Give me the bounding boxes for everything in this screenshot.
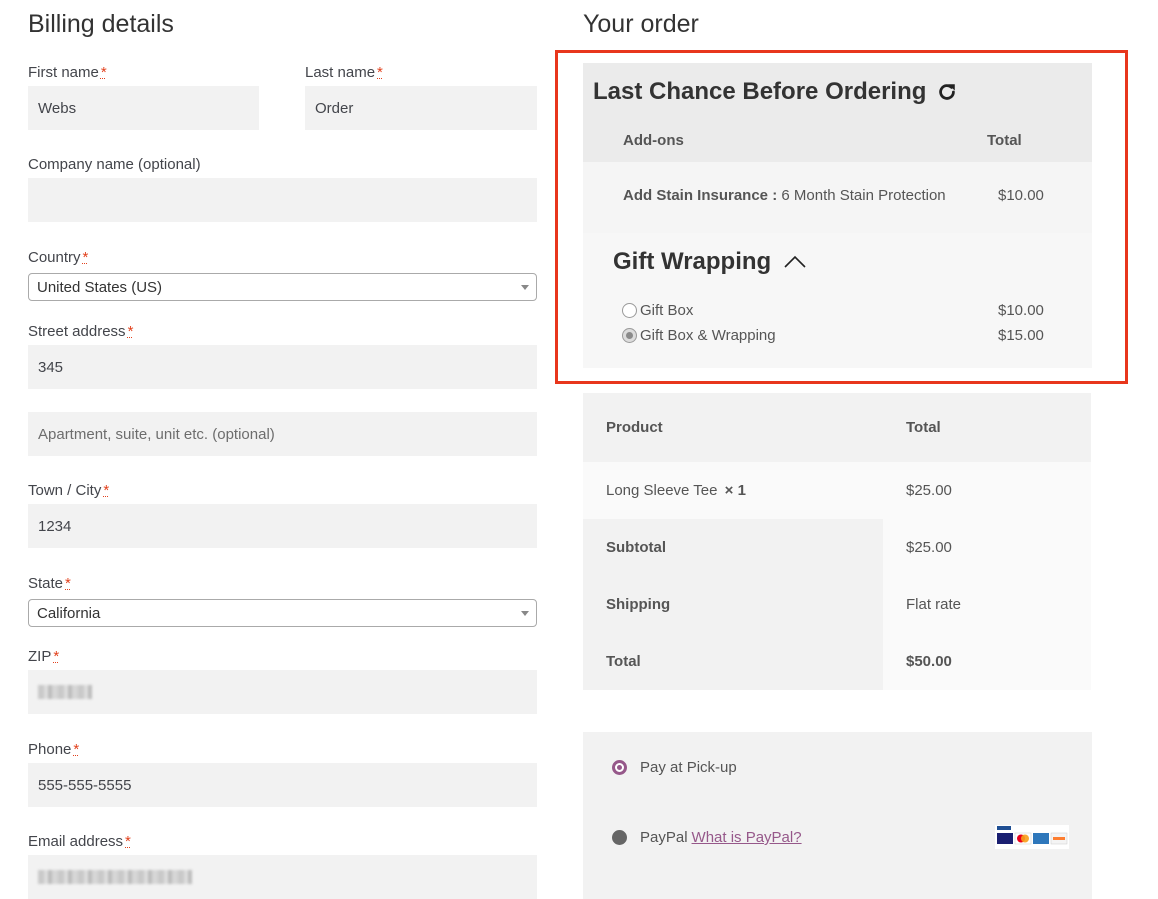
zip-input[interactable]: [28, 670, 537, 714]
required-mark: *: [377, 64, 383, 81]
total-col-header: Total: [906, 419, 941, 436]
radio-pay-pickup[interactable]: [612, 760, 627, 775]
required-mark: *: [125, 833, 131, 850]
first-name-input[interactable]: Webs: [28, 86, 259, 130]
company-label: Company name (optional): [28, 156, 201, 173]
email-label: Email address *: [28, 833, 131, 850]
country-select-value: United States (US): [37, 278, 163, 296]
order-title: Your order: [583, 10, 699, 38]
item-name: Long Sleeve Tee × 1: [606, 482, 746, 499]
city-input[interactable]: 1234: [28, 504, 537, 548]
street-label: Street address *: [28, 323, 134, 340]
first-name-label: First name *: [28, 64, 107, 81]
state-label: State *: [28, 575, 71, 592]
dropdown-caret-icon: [521, 611, 529, 616]
email-input[interactable]: [28, 855, 537, 899]
paypal-card-logos-icon: [995, 825, 1069, 849]
street-input[interactable]: 345: [28, 345, 537, 389]
required-mark: *: [65, 575, 71, 592]
required-mark: *: [127, 323, 134, 340]
radio-paypal[interactable]: [612, 830, 627, 845]
dropdown-caret-icon: [521, 285, 529, 290]
last-name-input[interactable]: Order: [305, 86, 537, 130]
highlight-frame: [555, 50, 1128, 384]
redacted-value: [38, 870, 192, 884]
product-col-header: Product: [606, 419, 663, 436]
payment-option-pickup[interactable]: Pay at Pick-up: [612, 759, 737, 776]
city-label: Town / City *: [28, 482, 110, 499]
country-label: Country *: [28, 249, 89, 266]
payment-option-label: PayPal: [640, 829, 688, 846]
required-mark: *: [82, 249, 89, 266]
redacted-value: [38, 685, 92, 699]
last-name-label: Last name *: [305, 64, 383, 81]
country-select[interactable]: United States (US): [28, 273, 537, 301]
required-mark: *: [53, 648, 60, 665]
shipping-value: Flat rate: [906, 596, 962, 613]
state-select[interactable]: California: [28, 599, 537, 627]
shipping-label: Shipping: [606, 596, 671, 613]
item-total: $25.00: [906, 482, 952, 499]
apartment-input[interactable]: Apartment, suite, unit etc. (optional): [28, 412, 537, 456]
phone-label: Phone *: [28, 741, 80, 758]
state-select-value: California: [37, 604, 101, 622]
required-mark: *: [73, 741, 80, 758]
item-qty: × 1: [724, 482, 746, 499]
subtotal-value: $25.00: [906, 539, 952, 556]
required-mark: *: [103, 482, 110, 499]
billing-title: Billing details: [28, 10, 174, 38]
what-is-paypal-link[interactable]: What is PayPal?: [692, 829, 802, 846]
required-mark: *: [100, 64, 107, 81]
subtotal-label: Subtotal: [606, 539, 666, 556]
total-label: Total: [606, 653, 641, 670]
payment-option-paypal[interactable]: PayPal What is PayPal?: [612, 829, 802, 846]
phone-input[interactable]: 555-555-5555: [28, 763, 537, 807]
company-input[interactable]: [28, 178, 537, 222]
total-value: $50.00: [906, 653, 952, 670]
payment-option-label: Pay at Pick-up: [640, 759, 737, 776]
payment-methods: [583, 732, 1092, 899]
zip-label: ZIP *: [28, 648, 60, 665]
